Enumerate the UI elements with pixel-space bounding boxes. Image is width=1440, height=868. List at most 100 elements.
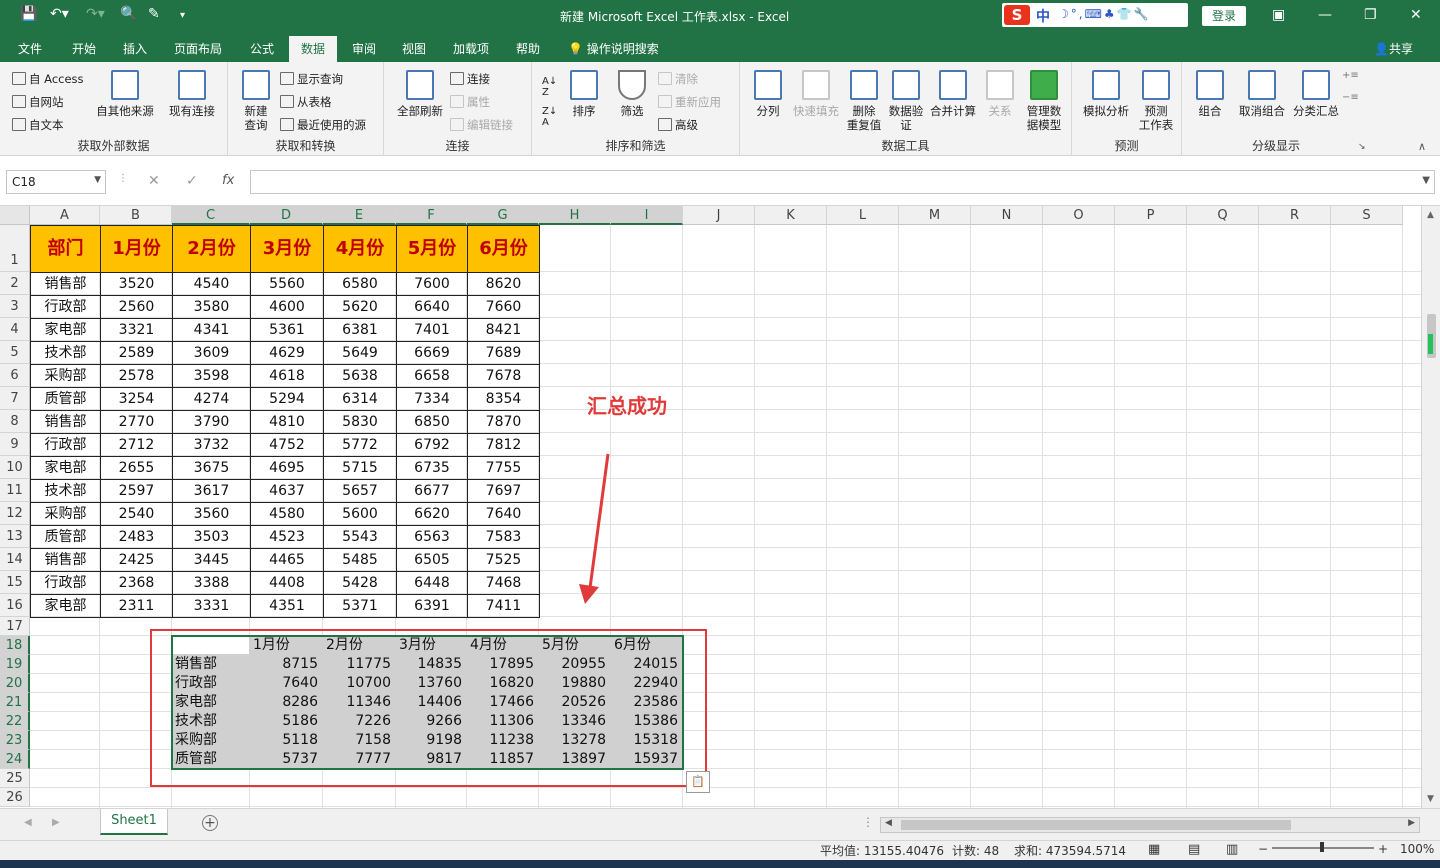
table-cell[interactable]: 技术部 — [30, 479, 101, 503]
column-header-j[interactable]: J — [683, 206, 755, 225]
table-cell[interactable]: 3790 — [172, 410, 251, 434]
row-header-25[interactable]: 25 — [0, 769, 30, 788]
data-validation-button[interactable]: 数据验 证 — [886, 70, 926, 132]
table-cell[interactable]: 5649 — [323, 341, 397, 365]
zoom-out-icon[interactable]: − — [1258, 842, 1268, 856]
ribbon-display-icon[interactable]: ▣ — [1272, 7, 1285, 23]
column-header-o[interactable]: O — [1043, 206, 1115, 225]
vertical-scrollbar[interactable]: ▲ ▼ — [1421, 206, 1440, 808]
select-all-corner[interactable] — [0, 206, 30, 225]
table-cell[interactable]: 2770 — [100, 410, 173, 434]
tell-me-search[interactable]: 💡 操作说明搜索 — [568, 40, 659, 57]
column-header-d[interactable]: D — [250, 206, 323, 225]
row-header-11[interactable]: 11 — [0, 479, 30, 502]
table-cell[interactable]: 销售部 — [30, 272, 101, 296]
column-header-l[interactable]: L — [827, 206, 899, 225]
chevron-down-icon[interactable]: ▼ — [94, 175, 101, 185]
column-header-p[interactable]: P — [1115, 206, 1187, 225]
table-cell[interactable]: 2560 — [100, 295, 173, 319]
column-header-h[interactable]: H — [539, 206, 611, 225]
sheet-tab-sheet1[interactable]: Sheet1 — [100, 809, 168, 835]
table-cell[interactable]: 4540 — [172, 272, 251, 296]
table-cell[interactable]: 销售部 — [30, 410, 101, 434]
properties-button[interactable]: 属性 — [450, 94, 490, 110]
customize-icon[interactable]: ✎ — [148, 6, 160, 22]
page-break-view-icon[interactable]: ▥ — [1226, 842, 1238, 857]
remove-duplicates-button[interactable]: 删除 重复值 — [844, 70, 884, 132]
existing-connections-button[interactable]: 现有连接 — [166, 70, 218, 118]
table-cell[interactable]: 5361 — [250, 318, 324, 342]
table-header-cell[interactable]: 2月份 — [172, 225, 251, 273]
table-cell[interactable]: 6850 — [396, 410, 468, 434]
table-header-cell[interactable]: 4月份 — [323, 225, 397, 273]
share-button[interactable]: 👤共享 — [1374, 40, 1413, 57]
table-cell[interactable]: 技术部 — [30, 341, 101, 365]
show-detail-icon[interactable]: +≡ — [1342, 70, 1359, 81]
zoom-in-icon[interactable]: + — [1378, 842, 1388, 856]
table-cell[interactable]: 8620 — [467, 272, 540, 296]
collapse-ribbon-icon[interactable]: ∧ — [1418, 140, 1426, 153]
table-cell[interactable]: 3254 — [100, 387, 173, 411]
row-header-26[interactable]: 26 — [0, 788, 30, 807]
table-cell[interactable]: 2483 — [100, 525, 173, 549]
table-cell[interactable]: 家电部 — [30, 318, 101, 342]
table-cell[interactable]: 4600 — [250, 295, 324, 319]
tab-insert[interactable]: 插入 — [123, 40, 147, 57]
table-cell[interactable]: 8421 — [467, 318, 540, 342]
table-cell[interactable]: 4465 — [250, 548, 324, 572]
tab-review[interactable]: 审阅 — [352, 40, 376, 57]
table-cell[interactable]: 5620 — [323, 295, 397, 319]
table-cell[interactable]: 家电部 — [30, 594, 101, 618]
table-cell[interactable]: 销售部 — [30, 548, 101, 572]
table-cell[interactable]: 3617 — [172, 479, 251, 503]
table-cell[interactable]: 7870 — [467, 410, 540, 434]
row-header-24[interactable]: 24 — [0, 750, 30, 769]
row-header-22[interactable]: 22 — [0, 712, 30, 731]
name-box[interactable]: C18 ▼ — [6, 170, 106, 194]
table-cell[interactable]: 2597 — [100, 479, 173, 503]
filter-button[interactable]: 筛选 — [614, 70, 650, 118]
table-cell[interactable]: 6563 — [396, 525, 468, 549]
tab-add-ins[interactable]: 加载项 — [453, 40, 489, 57]
table-cell[interactable]: 7640 — [467, 502, 540, 526]
column-header-k[interactable]: K — [755, 206, 827, 225]
table-cell[interactable]: 6677 — [396, 479, 468, 503]
table-cell[interactable]: 7600 — [396, 272, 468, 296]
row-header-20[interactable]: 20 — [0, 674, 30, 693]
table-cell[interactable]: 7401 — [396, 318, 468, 342]
table-cell[interactable]: 2311 — [100, 594, 173, 618]
relationships-button[interactable]: 关系 — [982, 70, 1018, 118]
show-queries-button[interactable]: 显示查询 — [280, 71, 343, 87]
table-cell[interactable]: 4618 — [250, 364, 324, 388]
table-cell[interactable]: 采购部 — [30, 364, 101, 388]
row-header-17[interactable]: 17 — [0, 617, 30, 636]
row-header-13[interactable]: 13 — [0, 525, 30, 548]
manage-data-model-button[interactable]: 管理数 据模型 — [1022, 70, 1066, 132]
table-cell[interactable]: 3598 — [172, 364, 251, 388]
table-cell[interactable]: 7697 — [467, 479, 540, 503]
print-preview-icon[interactable]: 🔍 — [120, 6, 137, 22]
table-cell[interactable]: 6391 — [396, 594, 468, 618]
table-cell[interactable]: 行政部 — [30, 295, 101, 319]
row-header-7[interactable]: 7 — [0, 387, 30, 410]
ime-tools[interactable]: ☽°,⌨♣👕🔧 — [1058, 7, 1151, 21]
scroll-down-icon[interactable]: ▼ — [1427, 794, 1434, 804]
table-cell[interactable]: 5371 — [323, 594, 397, 618]
table-cell[interactable]: 质管部 — [30, 387, 101, 411]
column-header-n[interactable]: N — [971, 206, 1043, 225]
table-cell[interactable]: 3445 — [172, 548, 251, 572]
what-if-analysis-button[interactable]: 模拟分析 — [1078, 70, 1134, 118]
sort-az-icon[interactable]: A↓ Z — [542, 76, 557, 98]
table-cell[interactable]: 行政部 — [30, 433, 101, 457]
quick-access-dropdown-icon[interactable]: ▾ — [180, 10, 185, 21]
forecast-sheet-button[interactable]: 预测 工作表 — [1134, 70, 1178, 132]
reapply-button[interactable]: 重新应用 — [658, 94, 721, 110]
advanced-filter-button[interactable]: 高级 — [658, 117, 698, 133]
table-cell[interactable]: 质管部 — [30, 525, 101, 549]
new-query-button[interactable]: 新建 查询 — [236, 70, 276, 132]
table-cell[interactable]: 7660 — [467, 295, 540, 319]
formula-input[interactable]: ▼ — [250, 170, 1435, 194]
from-other-sources-button[interactable]: 自其他来源 — [94, 70, 156, 118]
minimize-icon[interactable]: — — [1318, 7, 1332, 23]
from-table-button[interactable]: 从表格 — [280, 94, 332, 110]
